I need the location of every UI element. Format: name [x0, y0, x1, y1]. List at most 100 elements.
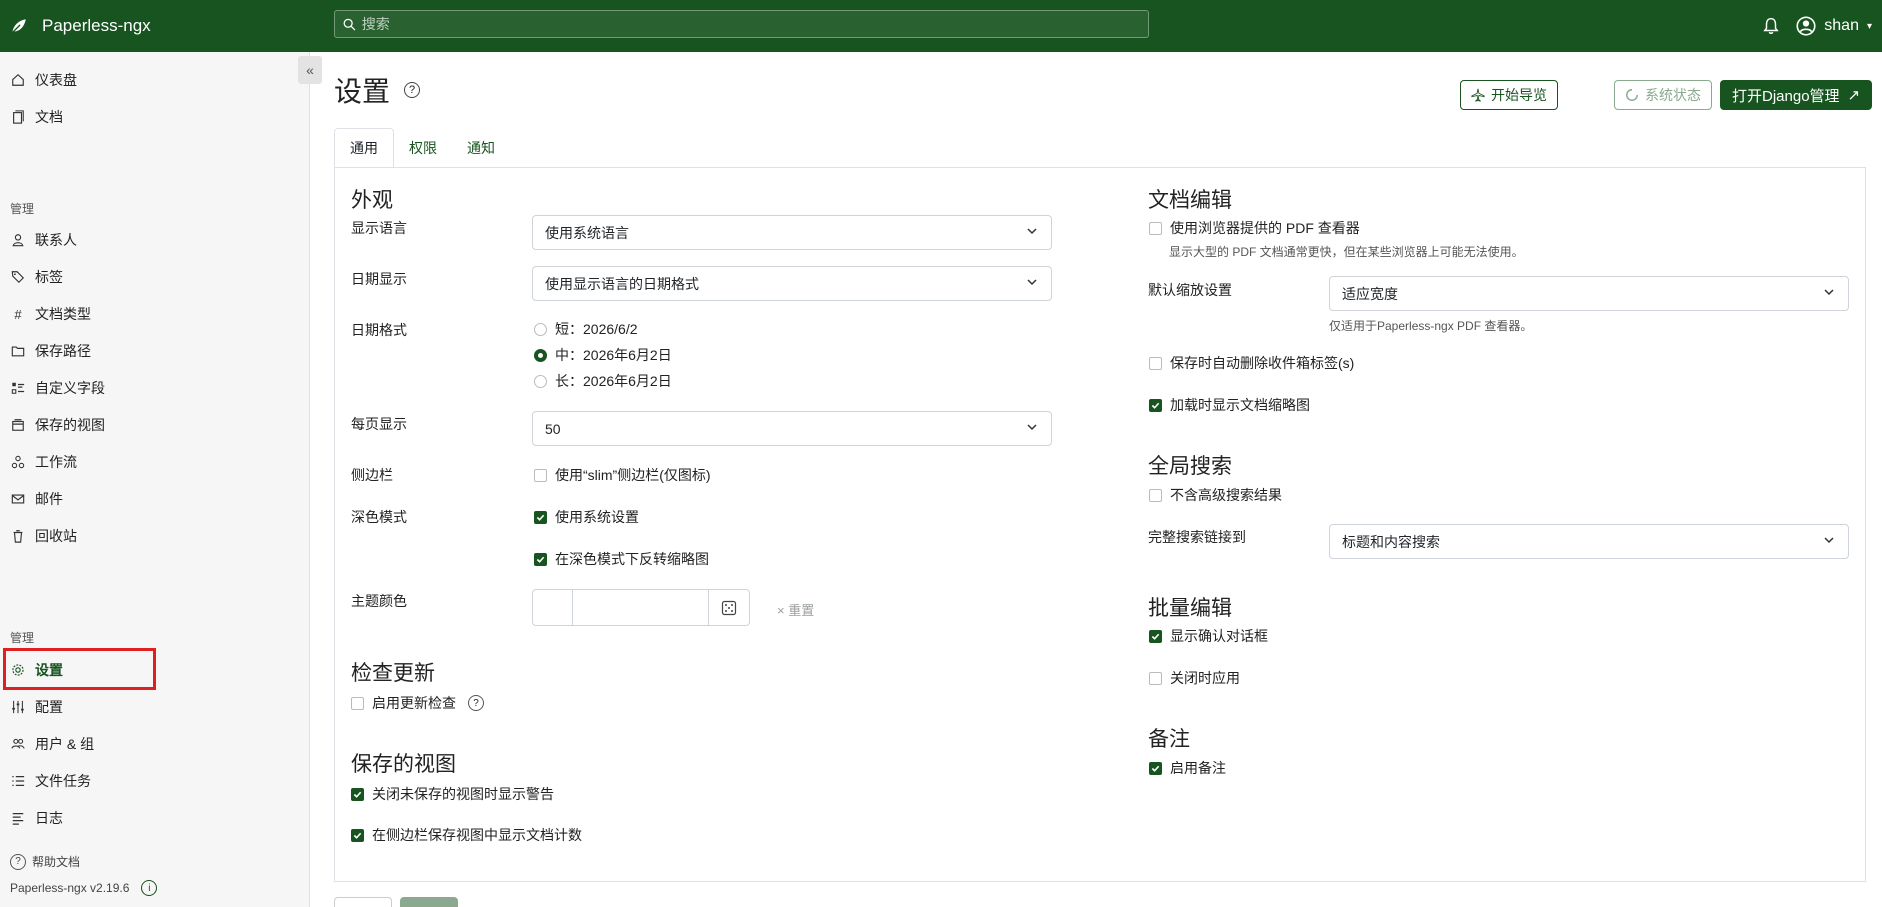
- update-check-checkbox[interactable]: 启用更新检查 ?: [351, 693, 484, 713]
- radio-circle: [534, 348, 547, 362]
- sidebar-item-label: 文档类型: [35, 306, 91, 322]
- help-docs-label: 帮助文档: [32, 855, 81, 869]
- list-task-icon: [10, 773, 26, 789]
- sidebar-item-dashboard[interactable]: 仪表盘: [0, 65, 310, 95]
- sidebar-item-label: 保存路径: [35, 343, 91, 359]
- cancel-button[interactable]: [334, 897, 392, 907]
- date-format-long-radio[interactable]: 长：2026年6月2日: [534, 371, 672, 391]
- checkbox-box: [1149, 221, 1162, 235]
- exclude-advanced-checkbox[interactable]: 不含高级搜索结果: [1149, 485, 1282, 505]
- sidebar-item-label: 文件任务: [35, 773, 91, 789]
- spinner-icon: [1626, 89, 1638, 101]
- help-docs-link[interactable]: ? 帮助文档: [10, 853, 80, 870]
- color-value-input[interactable]: [573, 590, 709, 625]
- browser-pdf-checkbox[interactable]: 使用浏览器提供的 PDF 查看器: [1149, 218, 1360, 238]
- folder-icon: [10, 343, 26, 359]
- sidebar-item-file-tasks[interactable]: 文件任务: [0, 766, 310, 796]
- page-size-select[interactable]: 50: [532, 411, 1052, 446]
- bulk-confirm-checkbox[interactable]: 显示确认对话框: [1149, 626, 1268, 646]
- trash-icon: [10, 528, 26, 544]
- start-tour-label: 开始导览: [1491, 87, 1547, 103]
- hash-icon: #: [14, 306, 22, 322]
- envelope-icon: [10, 491, 26, 507]
- dice-icon[interactable]: [709, 590, 749, 625]
- start-tour-button[interactable]: 开始导览: [1460, 80, 1558, 110]
- sidebar-section-heading: 管理: [10, 631, 35, 645]
- theme-color-picker[interactable]: [532, 589, 750, 626]
- date-display-select[interactable]: 使用显示语言的日期格式: [532, 266, 1052, 301]
- sidebar-item-logs[interactable]: 日志: [0, 803, 310, 833]
- sidebar-item-tags[interactable]: 标签: [0, 262, 310, 292]
- sidebar-item-workflows[interactable]: 工作流: [0, 447, 310, 477]
- leaf-logo-icon: [11, 19, 26, 34]
- tab-notifications[interactable]: 通知: [452, 128, 510, 168]
- reset-theme-color-button[interactable]: × 重置: [777, 600, 814, 619]
- system-status-button[interactable]: 系统状态: [1614, 80, 1712, 110]
- user-menu[interactable]: shan ▾: [1796, 16, 1872, 36]
- checkbox-box: [1149, 671, 1162, 685]
- warn-unsaved-checkbox[interactable]: 关闭未保存的视图时显示警告: [351, 784, 554, 804]
- person-circle-icon: [1796, 16, 1816, 36]
- sidebar-item-trash[interactable]: 回收站: [0, 521, 310, 551]
- sidebar-item-storage-paths[interactable]: 保存路径: [0, 336, 310, 366]
- check-icon: [534, 510, 547, 524]
- page-title-text: 设置: [334, 76, 391, 107]
- global-search[interactable]: [334, 10, 1149, 38]
- search-input[interactable]: [361, 16, 1148, 32]
- sidebar-section-heading: 管理: [10, 202, 35, 216]
- remove-inbox-tags-checkbox[interactable]: 保存时自动删除收件箱标签(s): [1149, 353, 1354, 373]
- sidebar-item-mail[interactable]: 邮件: [0, 484, 310, 514]
- page-size-label: 每页显示: [351, 416, 407, 432]
- bell-icon[interactable]: [1762, 17, 1780, 35]
- date-format-medium-radio[interactable]: 中：2026年6月2日: [534, 345, 672, 365]
- open-django-admin-button[interactable]: 打开Django管理 ↗: [1720, 80, 1873, 110]
- slim-sidebar-checkbox[interactable]: 使用“slim”侧边栏(仅图标): [534, 465, 711, 485]
- question-circle-icon[interactable]: ?: [468, 695, 484, 711]
- annotation-highlight-box: [3, 648, 156, 690]
- sidebar-item-correspondents[interactable]: 联系人: [0, 225, 310, 255]
- sidebar-item-document-types[interactable]: # 文档类型: [0, 299, 310, 329]
- show-thumbnails-checkbox[interactable]: 加载时显示文档缩略图: [1149, 395, 1310, 415]
- sidebar-item-label: 配置: [35, 699, 63, 715]
- brand[interactable]: Paperless-ngx: [0, 16, 320, 36]
- sidebar-item-label: 保存的视图: [35, 417, 105, 433]
- enable-notes-checkbox[interactable]: 启用备注: [1149, 758, 1226, 778]
- zoom-label: 默认缩放设置: [1148, 282, 1232, 298]
- sidebar-item-saved-views[interactable]: 保存的视图: [0, 410, 310, 440]
- sidebar-item-label: 邮件: [35, 491, 63, 507]
- sidebar-item-config[interactable]: 配置: [0, 692, 310, 722]
- checkbox-label: 使用“slim”侧边栏(仅图标): [555, 467, 711, 483]
- person-icon: [10, 232, 26, 248]
- date-display-value: 使用显示语言的日期格式: [545, 275, 699, 292]
- airplane-icon: [1471, 88, 1485, 102]
- show-count-checkbox[interactable]: 在侧边栏保存视图中显示文档计数: [351, 825, 582, 845]
- checkbox-label: 使用系统设置: [555, 509, 639, 525]
- zoom-select[interactable]: 适应宽度: [1329, 276, 1849, 311]
- sidebar-item-users-groups[interactable]: 用户 & 组: [0, 729, 310, 759]
- sidebar-item-custom-fields[interactable]: 自定义字段: [0, 373, 310, 403]
- date-format-short-radio[interactable]: 短：2026/6/2: [534, 319, 638, 339]
- people-icon: [10, 736, 26, 752]
- chevron-down-icon: [1824, 289, 1834, 296]
- tab-general[interactable]: 通用: [334, 128, 394, 168]
- checkbox-label: 保存时自动删除收件箱标签(s): [1170, 355, 1355, 371]
- apply-on-close-checkbox[interactable]: 关闭时应用: [1149, 668, 1240, 688]
- checkbox-box: [1149, 356, 1162, 370]
- full-search-select[interactable]: 标题和内容搜索: [1329, 524, 1849, 559]
- dark-mode-label: 深色模式: [351, 509, 407, 525]
- info-circle-icon[interactable]: i: [141, 880, 158, 896]
- display-language-select[interactable]: 使用系统语言: [532, 215, 1052, 250]
- checkbox-label: 不含高级搜索结果: [1170, 487, 1282, 503]
- dark-mode-invert-checkbox[interactable]: 在深色模式下反转缩略图: [534, 549, 709, 569]
- date-format-label: 日期格式: [351, 322, 407, 338]
- question-circle-icon[interactable]: ?: [404, 82, 421, 98]
- save-button[interactable]: [400, 897, 458, 907]
- color-swatch[interactable]: [533, 590, 573, 625]
- search-icon: [343, 18, 356, 31]
- sidebar-item-documents[interactable]: 文档: [0, 102, 310, 132]
- page-size-value: 50: [545, 420, 561, 437]
- tab-permissions[interactable]: 权限: [394, 128, 452, 168]
- sidebar-item-label: 仪表盘: [35, 72, 77, 88]
- sidebar-item-label: 联系人: [35, 232, 77, 248]
- dark-mode-system-checkbox[interactable]: 使用系统设置: [534, 507, 639, 527]
